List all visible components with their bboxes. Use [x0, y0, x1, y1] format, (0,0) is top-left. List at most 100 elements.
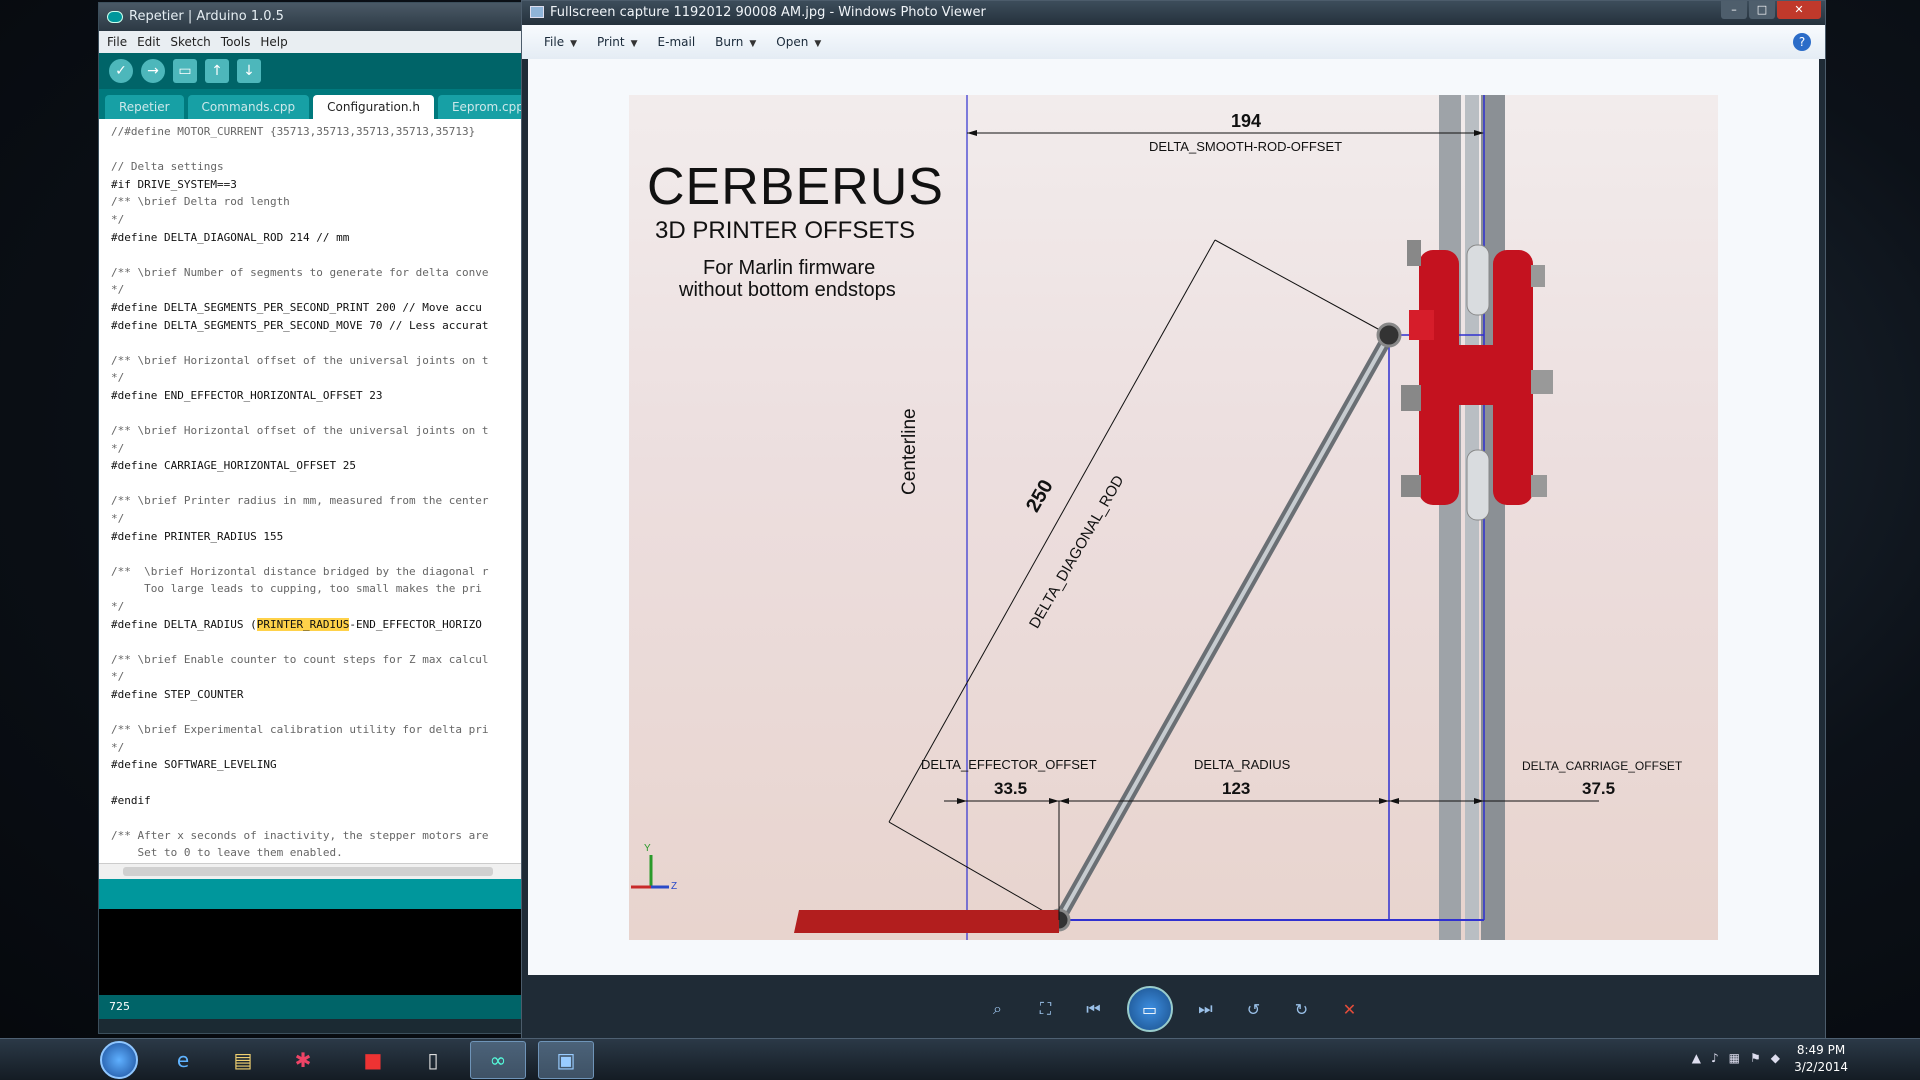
arduino-tabs: Repetier Commands.cpp Configuration.h Ee…: [99, 89, 538, 119]
chevron-down-icon: ▼: [814, 39, 822, 49]
diagonal-rod-highlight: [1057, 334, 1391, 921]
code-line: */: [111, 441, 125, 455]
previous-icon[interactable]: ⏮: [1079, 996, 1109, 1022]
photo-viewer-taskbar-icon[interactable]: ▣: [538, 1041, 594, 1079]
help-icon[interactable]: ?: [1793, 33, 1811, 51]
arduino-status-bar: [99, 879, 527, 909]
action-center-flag-icon[interactable]: ⚑: [1750, 1051, 1761, 1065]
code-line: */: [111, 371, 125, 385]
viewer-menu-email[interactable]: E-mail: [658, 35, 696, 49]
delete-icon[interactable]: ✕: [1335, 996, 1365, 1022]
clock-time: 8:49 PM: [1796, 1043, 1846, 1057]
network-icon[interactable]: ▦: [1729, 1051, 1740, 1065]
menu-help[interactable]: Help: [260, 35, 287, 49]
viewer-menu-burn[interactable]: Burn ▼: [715, 35, 756, 49]
editor-horizontal-scrollbar[interactable]: [99, 863, 527, 879]
smooth-rod-left: [1439, 95, 1461, 940]
rotate-left-icon[interactable]: ↺: [1239, 996, 1269, 1022]
dim-top-value: 194: [1231, 111, 1262, 131]
viewer-menu-print[interactable]: Print ▼: [597, 35, 638, 49]
code-line: */: [111, 740, 125, 754]
code-line: #define DELTA_RADIUS (PRINTER_RADIUS-END…: [111, 616, 527, 634]
radius-value: 123: [1222, 779, 1251, 798]
volume-icon[interactable]: ♪: [1711, 1051, 1719, 1065]
scrollbar-thumb[interactable]: [123, 867, 493, 876]
code-line: /** \brief Enable counter to count steps…: [111, 652, 489, 666]
code-line: */: [111, 283, 125, 297]
repetier-host-icon[interactable]: ✱: [275, 1041, 331, 1079]
code-line-prefix: #define DELTA_RADIUS (: [111, 617, 257, 631]
internet-explorer-icon[interactable]: e: [155, 1041, 211, 1079]
code-lines: //#define MOTOR_CURRENT {35713,35713,357…: [111, 123, 527, 879]
drawing-subtitle: 3D PRINTER OFFSETS: [655, 217, 916, 244]
menu-edit[interactable]: Edit: [137, 35, 160, 49]
carriage-joint: [1376, 322, 1402, 348]
code-editor[interactable]: //#define MOTOR_CURRENT {35713,35713,357…: [99, 119, 527, 879]
arduino-title: Repetier | Arduino 1.0.5: [129, 9, 284, 24]
start-button[interactable]: [100, 1041, 138, 1079]
photo-viewer-title-bar[interactable]: Fullscreen capture 1192012 90008 AM.jpg …: [522, 1, 1825, 25]
slic3r-icon[interactable]: ■: [345, 1041, 401, 1079]
code-line: #define CARRIAGE_HORIZONTAL_OFFSET 25: [111, 459, 357, 473]
open-sketch-icon[interactable]: ↑: [205, 59, 229, 83]
bolt-bottom-left: [1401, 475, 1421, 497]
maximize-button[interactable]: □: [1749, 1, 1775, 19]
tray-expand-icon[interactable]: ▲: [1692, 1051, 1701, 1065]
menu-tools[interactable]: Tools: [221, 35, 251, 49]
new-sketch-icon[interactable]: ▭: [173, 59, 197, 83]
dim-ext-top: [1214, 239, 1390, 336]
dropbox-icon[interactable]: ◆: [1771, 1051, 1780, 1065]
bolt-top-right: [1531, 265, 1545, 287]
code-line: // Delta settings: [111, 160, 224, 174]
carriage-label: DELTA_CARRIAGE_OFFSET: [1522, 759, 1683, 773]
arduino-taskbar-icon[interactable]: ∞: [470, 1041, 526, 1079]
code-line-rest: -END_EFFECTOR_HORIZO: [349, 617, 482, 631]
photo-viewer-app-icon: [530, 6, 544, 18]
photo-viewer-menu: File ▼ Print ▼ E-mail Burn ▼ Open ▼ ?: [522, 25, 1825, 59]
rotate-right-icon[interactable]: ↻: [1287, 996, 1317, 1022]
upload-icon[interactable]: →: [141, 59, 165, 83]
menu-sketch[interactable]: Sketch: [170, 35, 210, 49]
minimize-button[interactable]: –: [1721, 1, 1747, 19]
bolt-bottom-right: [1531, 475, 1547, 497]
arduino-toolbar: ✓ → ▭ ↑ ↓: [99, 53, 527, 89]
code-line: */: [111, 212, 125, 226]
verify-icon[interactable]: ✓: [109, 59, 133, 83]
save-sketch-icon[interactable]: ↓: [237, 59, 261, 83]
zoom-icon[interactable]: ⌕: [983, 996, 1013, 1022]
code-line: /** \brief Number of segments to generat…: [111, 265, 489, 279]
actual-size-icon[interactable]: ⛶: [1031, 996, 1061, 1022]
search-highlight: PRINTER_RADIUS: [256, 617, 350, 631]
code-line: /** \brief Horizontal distance bridged b…: [111, 564, 489, 578]
bolt-top-left: [1407, 240, 1421, 266]
close-button[interactable]: ✕: [1777, 1, 1821, 19]
arduino-window: Repetier | Arduino 1.0.5 File Edit Sketc…: [98, 2, 538, 1034]
slideshow-button[interactable]: ▭: [1126, 986, 1173, 1032]
system-tray: ▲ ♪ ▦ ⚑ ◆: [1692, 1051, 1780, 1065]
axis-z-label: Z: [671, 881, 678, 892]
chevron-down-icon: ▼: [570, 39, 578, 49]
arduino-title-bar[interactable]: Repetier | Arduino 1.0.5: [99, 3, 527, 31]
code-line: #if DRIVE_SYSTEM==3: [111, 177, 237, 191]
photo-canvas: CERBERUS 3D PRINTER OFFSETS For Marlin f…: [528, 59, 1819, 975]
viewer-menu-open[interactable]: Open ▼: [776, 35, 821, 49]
line-number: 725: [99, 995, 527, 1019]
arduino-menubar: File Edit Sketch Tools Help: [99, 31, 527, 53]
viewer-menu-file[interactable]: File ▼: [544, 35, 577, 49]
tab-commands[interactable]: Commands.cpp: [187, 95, 310, 119]
next-icon[interactable]: ⏭: [1191, 996, 1221, 1022]
taskbar-clock[interactable]: 8:49 PM 3/2/2014: [1794, 1042, 1848, 1076]
notepad-icon[interactable]: ▯: [405, 1041, 461, 1079]
file-explorer-icon[interactable]: ▤: [215, 1041, 271, 1079]
code-line: /** \brief Experimental calibration util…: [111, 723, 489, 737]
menu-file[interactable]: File: [107, 35, 127, 49]
tab-repetier[interactable]: Repetier: [105, 95, 184, 119]
carriage-value: 37.5: [1582, 779, 1616, 798]
code-line: */: [111, 600, 125, 614]
tab-configuration[interactable]: Configuration.h: [313, 95, 434, 119]
